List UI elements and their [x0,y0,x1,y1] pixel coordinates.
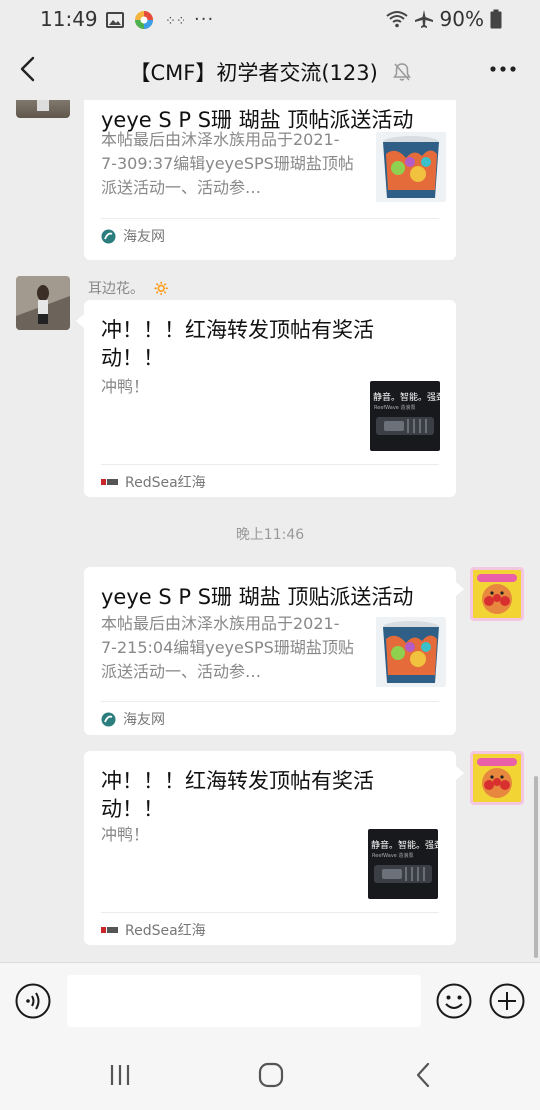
link-card[interactable]: yeye S P S珊 瑚盐 顶帖派送活动 本帖最后由沐泽水族用品于2021-7… [84,100,456,260]
status-time: 11:49 [40,7,98,31]
thumbnail-headline: 静音。智能。强劲 [371,841,438,851]
anpanman-avatar-image [473,754,521,802]
card-title: yeye S P S珊 瑚盐 顶贴派送活动 [101,585,414,609]
bubble-tail [76,314,84,328]
sender-emoji: 🔅 [152,281,170,297]
card-thumbnail [376,132,446,202]
card-thumbnail: 静音。智能。强劲 ReefWave 造浪泵 [368,829,438,899]
system-navigation-bar [0,1040,540,1110]
card-source: RedSea红海 [101,920,206,940]
chat-header: 【CMF】初学者交流(123) [0,38,540,100]
card-description: 本帖最后由沐泽水族用品于2021-7-309:37编辑yeyeSPS珊瑚盐顶帖派… [101,130,354,197]
chat-message-list[interactable]: yeye S P S珊 瑚盐 顶帖派送活动 本帖最后由沐泽水族用品于2021-7… [0,100,540,962]
emoji-icon[interactable] [436,983,472,1019]
message-timestamp: 晚上11:46 [235,527,305,543]
thumbnail-headline: 静音。智能。强劲 [373,393,440,403]
message-input[interactable] [67,975,421,1027]
recent-apps-icon[interactable] [107,1062,133,1088]
card-description: 本帖最后由沐泽水族用品于2021-7-215:04编辑yeyeSPS珊瑚盐顶贴派… [101,614,354,681]
sender-name-text: 耳边花。 [88,281,144,297]
svg-text:⁘⁘: ⁘⁘ [165,14,184,29]
haiyou-logo-icon [101,712,116,726]
anpanman-avatar-image [473,570,521,618]
airplane-icon [414,10,433,28]
app-color-icon [135,10,153,29]
haiyou-logo-icon [101,229,116,243]
more-options-icon[interactable] [488,54,518,84]
card-source-name: RedSea红海 [125,923,206,939]
link-app-icon: ⁘⁘ [165,14,184,29]
card-title: 冲！！！红海转发顶帖有奖活动！！ [101,769,374,821]
card-source-name: RedSea红海 [125,475,206,491]
bubble-tail [456,766,464,780]
chat-scrollbar[interactable] [534,776,538,958]
mute-bell-icon [392,63,411,81]
card-source-name: 海友网 [123,229,165,245]
chat-title-group: 【CMF】初学者交流(123) [0,57,540,87]
card-divider [101,218,439,219]
salt-bucket-image [376,132,446,202]
card-source: 海友网 [101,226,165,246]
notification-icons: ⁘⁘ ··· [106,9,214,30]
my-avatar[interactable] [470,567,524,621]
card-source: 海友网 [101,709,165,729]
card-divider [101,912,439,913]
card-title: 冲！！！红海转发顶帖有奖活动！！ [101,318,374,370]
status-bar: 11:49 ⁘⁘ ··· 90% [0,0,540,38]
card-source: RedSea红海 [101,472,206,492]
link-card[interactable]: 冲！！！红海转发顶帖有奖活动！！ 冲鸭！ 静音。智能。强劲 ReefWave 造… [84,751,456,945]
chat-title: 【CMF】初学者交流(123) [129,61,378,85]
bubble-tail [456,582,464,596]
avatar-photo [16,276,70,330]
sender-name: 耳边花。 🔅 [88,278,170,298]
avatar-photo [37,100,49,111]
card-thumbnail: 静音。智能。强劲 ReefWave 造浪泵 [370,381,440,451]
salt-bucket-image [376,617,446,687]
battery-icon [490,9,502,29]
wifi-icon [385,11,408,28]
thumbnail-caption: ReefWave 造浪泵 [372,853,414,859]
sender-avatar[interactable] [16,100,70,118]
thumbnail-caption: ReefWave 造浪泵 [374,405,416,411]
card-source-name: 海友网 [123,712,165,728]
card-divider [101,464,439,465]
my-avatar[interactable] [470,751,524,805]
system-icons: 90% [385,7,502,31]
link-card[interactable]: yeye S P S珊 瑚盐 顶贴派送活动 本帖最后由沐泽水族用品于2021-7… [84,567,456,735]
link-card[interactable]: 冲！！！红海转发顶帖有奖活动！！ 冲鸭！ 静音。智能。强劲 ReefWave 造… [84,300,456,497]
nav-back-icon[interactable] [413,1061,433,1089]
redsea-logo-icon [101,479,118,485]
card-description: 冲鸭！ [101,377,150,396]
card-description: 冲鸭！ [101,825,150,844]
more-notifications-icon: ··· [194,9,215,30]
voice-icon[interactable] [15,983,51,1019]
plus-icon[interactable] [489,983,525,1019]
sender-avatar[interactable] [16,276,70,330]
card-thumbnail [376,617,446,687]
card-divider [101,701,439,702]
redsea-logo-icon [101,927,118,933]
message-input-bar [0,962,540,1040]
gallery-icon [106,11,124,28]
battery-percent: 90% [439,7,484,31]
home-icon[interactable] [257,1061,285,1089]
